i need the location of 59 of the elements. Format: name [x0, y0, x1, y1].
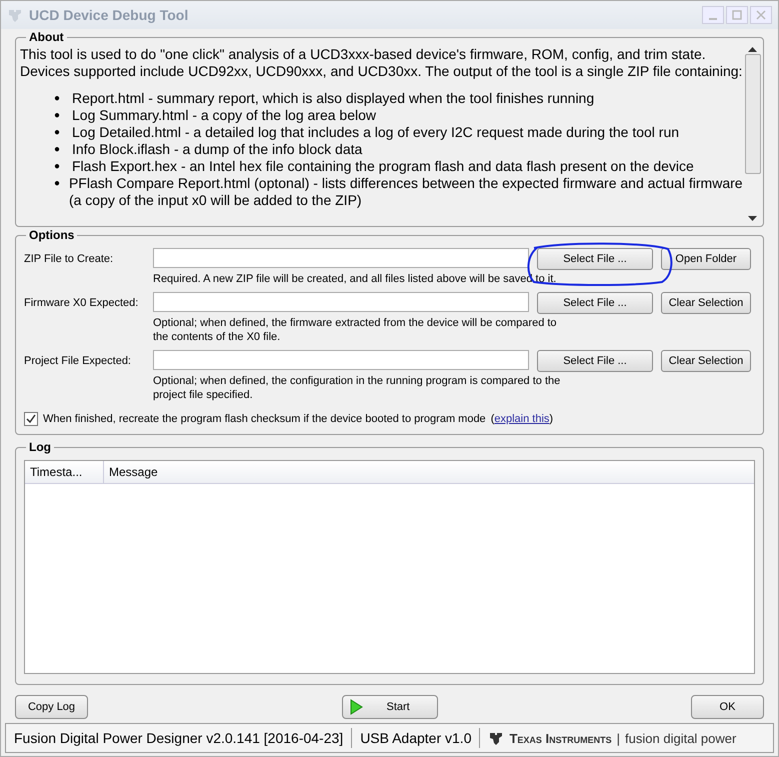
group-title: About — [26, 30, 67, 44]
column-header[interactable]: Timesta... — [25, 461, 104, 483]
field-label: Project File Expected: — [24, 354, 132, 367]
logo-icon — [7, 7, 23, 23]
window-title: UCD Device Debug Tool — [29, 7, 190, 23]
select-file-button[interactable]: Select File ... — [537, 350, 653, 372]
column-header[interactable]: Message — [104, 461, 754, 483]
group-title: Options — [26, 228, 78, 242]
paren-close: ) — [549, 413, 554, 425]
hint-text: Required. A new ZIP file will be created, and all files listed above will be saved to it. — [153, 272, 558, 286]
bullet: ● — [54, 143, 62, 157]
minimize-button[interactable] — [702, 6, 724, 24]
list-item: PFlash Compare Report.html (optonal) - lists differences between the expected firmware and actual firmware (a copy of the input x0 will be added to the ZIP) — [68, 175, 744, 209]
copy-log-button[interactable]: Copy Log — [15, 695, 88, 719]
folder-button[interactable]: Clear Selection — [661, 292, 751, 314]
start-button[interactable]: Start — [342, 695, 438, 719]
app-version: Fusion Digital Power Designer v2.0.141 [2016-04-23] — [6, 728, 352, 748]
explain-link[interactable]: explain this — [494, 413, 550, 425]
file-path-field[interactable] — [153, 350, 529, 370]
ok-button[interactable]: OK — [691, 695, 764, 719]
field-label: ZIP File to Create: — [24, 252, 114, 265]
bullet: ● — [54, 92, 62, 106]
file-path-field[interactable] — [153, 248, 529, 268]
group-title: Log — [26, 440, 54, 454]
file-path-field[interactable] — [153, 292, 529, 312]
separator: | — [616, 730, 620, 746]
list-item: Info Block.iflash - a dump of the info block data — [72, 141, 362, 158]
folder-button[interactable]: Clear Selection — [661, 350, 751, 372]
bullet: ● — [54, 160, 62, 174]
list-item: Flash Export.hex - an Intel hex file containing the program flash and data flash present on the device — [72, 158, 694, 175]
bullet: ● — [54, 109, 62, 123]
paren-open: ( — [490, 413, 494, 425]
bullet: ● — [54, 126, 62, 140]
close-button[interactable] — [750, 6, 772, 24]
close-icon — [756, 10, 766, 20]
play-icon — [348, 699, 362, 715]
scroll-up-icon[interactable] — [748, 46, 757, 52]
list-item: Report.html - summary report, which is also displayed when the tool finishes running — [72, 90, 594, 107]
checkbox-label: When finished, recreate the program flash checksum if the device booted to program mode — [43, 413, 486, 425]
bullet: ● — [54, 177, 61, 191]
select-file-button[interactable]: Select File ... — [537, 292, 653, 314]
scrollbar[interactable] — [744, 46, 761, 222]
list-item: Log Detailed.html - a detailed log that includes a log of every I2C request made during the tool run — [72, 124, 680, 141]
adapter-version: USB Adapter v1.0 — [352, 728, 480, 748]
hint-text: Optional; when defined, the firmware extracted from the device will be compared to the contents of the X0 file. — [153, 316, 558, 344]
select-file-button[interactable]: Select File ... — [537, 248, 653, 270]
minimize-icon — [709, 18, 717, 20]
folder-button[interactable]: Open Folder — [661, 248, 751, 270]
maximize-icon — [732, 10, 742, 20]
brand-name: Texas Instruments — [509, 730, 612, 746]
field-label: Firmware X0 Expected: — [24, 296, 140, 309]
brand-tagline: fusion digital power — [625, 730, 736, 746]
scroll-down-icon[interactable] — [748, 216, 757, 222]
checkbox[interactable] — [24, 412, 38, 426]
brand-logo-icon — [488, 730, 504, 746]
maximize-button[interactable] — [726, 6, 748, 24]
about-text: This tool is used to do "one click" analysis of a UCD3xxx-based device's firmware, ROM, config, and trim state. Devices supported include UCD92xx, UCD90xxx, and UCD30xx. The output of the tool is a single ZIP file containing: — [20, 46, 744, 80]
list-item: Log Summary.html - a copy of the log area below — [72, 107, 376, 124]
hint-text: Optional; when defined, the configuration in the running program is compared to the project file specified. — [153, 374, 562, 402]
